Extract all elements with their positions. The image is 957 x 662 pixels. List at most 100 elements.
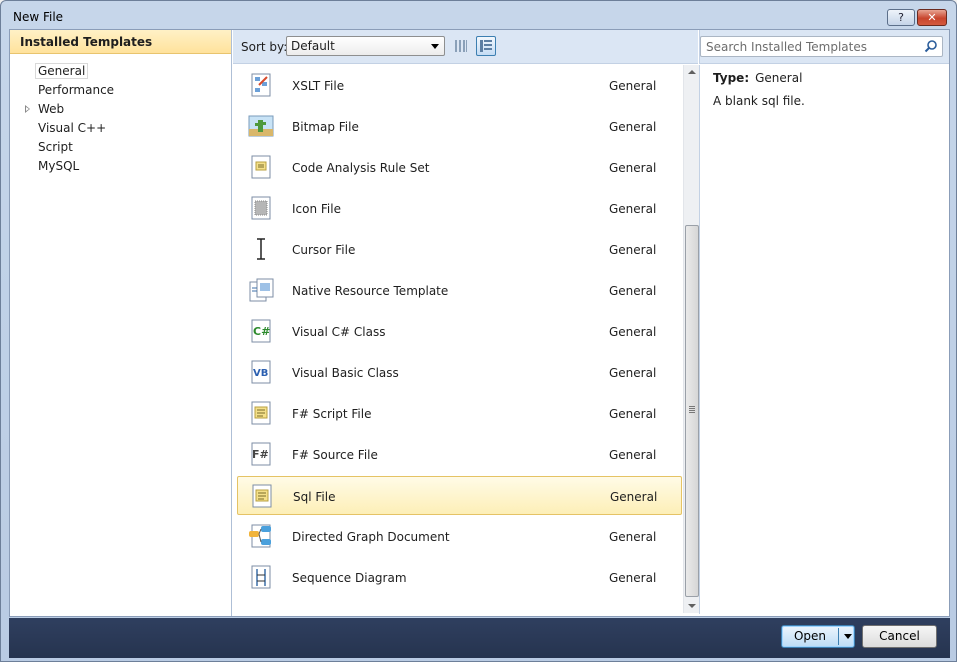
details-pane: Type: General A blank sql file. <box>699 65 949 614</box>
dialog-body: Installed Templates General Performance We… <box>9 29 950 617</box>
template-type: General <box>609 448 657 462</box>
template-row-code-analysis-rule-set[interactable]: Code Analysis Rule Set General <box>237 148 682 187</box>
sequence-diagram-icon <box>247 563 275 591</box>
details-description: A blank sql file. <box>713 94 805 108</box>
details-type-value: General <box>755 71 803 85</box>
native-resource-icon <box>247 276 275 304</box>
dialog-footer: Open Cancel <box>9 618 950 658</box>
category-label: MySQL <box>38 159 80 173</box>
template-row-cursor-file[interactable]: Cursor File General <box>237 230 682 269</box>
template-row-f-source-file[interactable]: F# F# Source File General <box>237 435 682 474</box>
svg-text:VB: VB <box>253 368 268 379</box>
details-type: Type: General <box>713 71 802 85</box>
template-name: Sql File <box>293 490 336 504</box>
scroll-up-icon[interactable] <box>688 70 696 74</box>
csharp-class-icon: C# <box>247 317 275 345</box>
category-item-visual-c-[interactable]: Visual C++ <box>10 119 231 138</box>
scroll-down-icon[interactable] <box>688 604 696 608</box>
scrollbar-thumb[interactable] <box>685 225 699 597</box>
vb-class-icon: VB <box>247 358 275 386</box>
category-label: General <box>35 63 89 79</box>
template-row-sequence-diagram[interactable]: Sequence Diagram General <box>237 558 682 597</box>
new-file-dialog: New File ? ✕ Installed Templates General… <box>0 0 957 662</box>
medium-icons-view-button[interactable] <box>476 36 496 56</box>
template-type: General <box>609 530 657 544</box>
template-name: Cursor File <box>292 243 356 257</box>
sort-by-value: Default <box>291 39 335 53</box>
template-row-visual-basic-class[interactable]: VB Visual Basic Class General <box>237 353 682 392</box>
svg-text:F#: F# <box>252 448 269 461</box>
template-type: General <box>609 571 657 585</box>
sort-by-dropdown[interactable]: Default <box>286 36 445 56</box>
template-row-bitmap-file[interactable]: Bitmap File General <box>237 107 682 146</box>
search-icon[interactable] <box>924 39 938 53</box>
small-icons-view-button[interactable] <box>451 36 471 56</box>
rule-set-icon <box>247 153 275 181</box>
template-name: Bitmap File <box>292 120 359 134</box>
category-label: Visual C++ <box>38 121 107 135</box>
installed-templates-header: Installed Templates <box>10 30 231 54</box>
chevron-down-icon <box>431 44 439 49</box>
category-item-mysql[interactable]: MySQL <box>10 157 231 176</box>
template-row-visual-c-class[interactable]: C# Visual C# Class General <box>237 312 682 351</box>
template-row-icon-file[interactable]: Icon File General <box>237 189 682 228</box>
template-type: General <box>609 243 657 257</box>
grip-icon <box>689 406 695 407</box>
template-name: Sequence Diagram <box>292 571 407 585</box>
cancel-button[interactable]: Cancel <box>862 625 937 648</box>
template-name: Visual C# Class <box>292 325 386 339</box>
medium-icons-view-icon <box>480 40 492 52</box>
sql-file-icon <box>248 482 276 510</box>
category-label: Web <box>38 102 65 116</box>
template-type: General <box>609 407 657 421</box>
category-item-script[interactable]: Script <box>10 138 231 157</box>
icon-file-icon <box>247 194 275 222</box>
category-item-performance[interactable]: Performance <box>10 81 231 100</box>
template-type: General <box>609 202 657 216</box>
template-type: General <box>609 325 657 339</box>
category-item-web[interactable]: Web <box>10 100 231 119</box>
template-list: XSLT File General Bitmap File General Code A… <box>233 65 698 613</box>
open-button-label: Open <box>793 629 827 643</box>
template-row-directed-graph-document[interactable]: Directed Graph Document General <box>237 517 682 556</box>
template-row-sql-file[interactable]: Sql File General <box>237 476 682 515</box>
template-type: General <box>609 79 657 93</box>
category-pane: Installed Templates General Performance We… <box>10 30 232 616</box>
directed-graph-icon <box>247 522 275 550</box>
cursor-file-icon <box>247 235 275 263</box>
bitmap-file-icon <box>247 112 275 140</box>
sort-by-label: Sort by: <box>241 40 288 54</box>
template-name: Directed Graph Document <box>292 530 450 544</box>
search-box[interactable] <box>700 36 943 57</box>
template-type: General <box>609 161 657 175</box>
small-icons-view-icon <box>455 40 467 52</box>
template-name: F# Script File <box>292 407 372 421</box>
template-type: General <box>609 366 657 380</box>
open-button[interactable]: Open <box>781 625 855 648</box>
category-label: Performance <box>38 83 115 97</box>
list-toolbar: Sort by: Default <box>233 30 698 64</box>
expand-arrow-icon[interactable] <box>25 105 30 113</box>
help-button[interactable]: ? <box>887 9 915 26</box>
template-name: Icon File <box>292 202 341 216</box>
template-name: Code Analysis Rule Set <box>292 161 430 175</box>
details-type-label: Type: <box>713 71 750 85</box>
svg-text:C#: C# <box>253 325 270 338</box>
window-title: New File <box>13 10 64 24</box>
split-divider <box>838 628 839 645</box>
template-type: General <box>609 120 657 134</box>
category-item-general[interactable]: General <box>10 62 231 81</box>
search-input[interactable] <box>701 37 921 56</box>
category-list: General Performance Web Visual C++ Script MyS… <box>10 62 231 176</box>
template-row-xslt-file[interactable]: XSLT File General <box>237 66 682 105</box>
template-type: General <box>609 284 657 298</box>
template-row-native-resource-template[interactable]: Native Resource Template General <box>237 271 682 310</box>
template-name: Native Resource Template <box>292 284 449 298</box>
search-toolbar <box>699 30 949 64</box>
close-button[interactable]: ✕ <box>917 9 947 26</box>
template-row-f-script-file[interactable]: F# Script File General <box>237 394 682 433</box>
template-name: Visual Basic Class <box>292 366 399 380</box>
template-list-scrollbar[interactable] <box>683 65 699 613</box>
title-bar: New File ? ✕ <box>1 1 956 29</box>
chevron-down-icon[interactable] <box>844 634 852 639</box>
